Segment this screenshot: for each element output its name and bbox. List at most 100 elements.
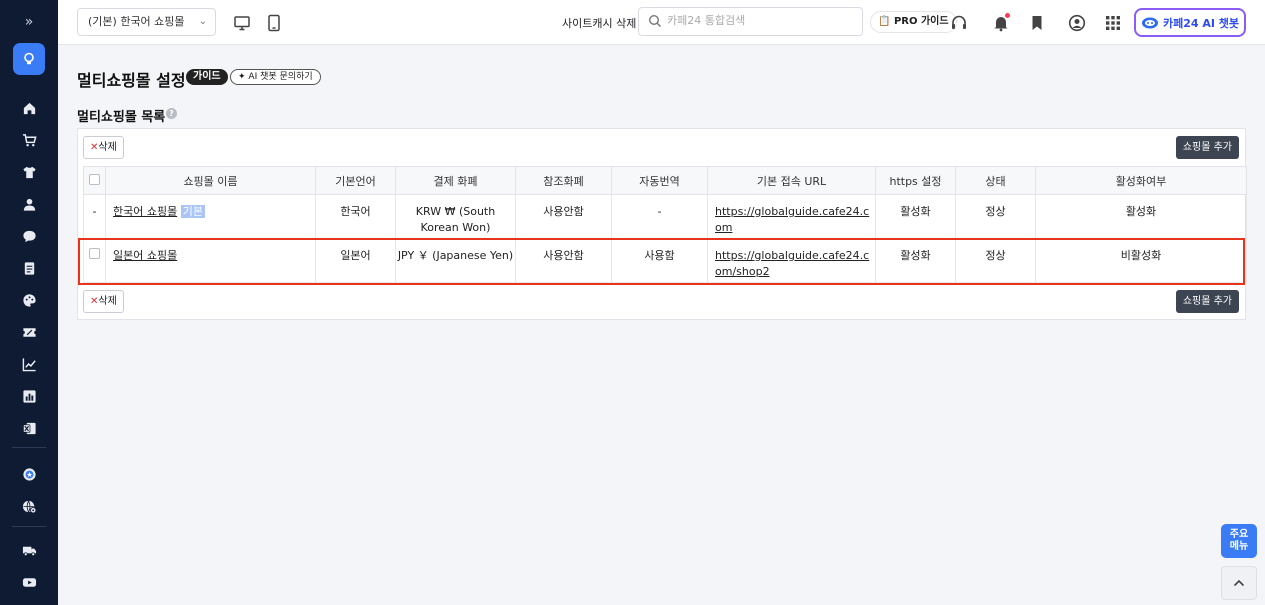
shop-select[interactable]: (기본) 한국어 쇼핑몰 ⌄ <box>77 8 216 36</box>
language-cell: 한국어 <box>315 194 396 239</box>
sidebar-item-products[interactable] <box>0 158 58 186</box>
status-cell: 정상 <box>955 194 1036 239</box>
auto-translate-cell: - <box>611 194 708 239</box>
language-cell: 일본어 <box>315 238 396 283</box>
document-icon <box>24 261 34 275</box>
search-box[interactable] <box>638 7 863 36</box>
sidebar-item-excel[interactable] <box>0 414 58 442</box>
shop-select-value: (기본) 한국어 쇼핑몰 <box>88 15 185 28</box>
shop-name-cell: 일본어 쇼핑몰 <box>105 238 316 283</box>
app-grid-icon[interactable] <box>1102 12 1124 34</box>
default-tag: 기본 <box>180 205 205 218</box>
sidebar-item-design[interactable] <box>0 286 58 314</box>
quick-menu-button[interactable]: 주요 메뉴 <box>1221 524 1257 558</box>
coupon-icon <box>22 327 36 337</box>
ref-currency-cell: 사용안함 <box>515 238 612 283</box>
ai-chatbot-button[interactable]: 카페24 AI 챗봇 <box>1134 8 1246 37</box>
currency-cell: KRW ₩ (South Korean Won) <box>395 194 516 239</box>
add-shop-button-top[interactable]: 쇼핑몰 추가 <box>1175 136 1239 159</box>
help-icon[interactable]: ? <box>166 108 177 119</box>
auto-translate-cell: 사용함 <box>611 238 708 283</box>
status-cell: 정상 <box>955 238 1036 283</box>
active-cell: 활성화 <box>1035 194 1247 239</box>
ai-chatbot-label: 카페24 AI 챗봇 <box>1162 16 1240 30</box>
pro-guide-button[interactable]: 📋 PRO 가이드 <box>870 11 957 33</box>
shop-url-link[interactable]: https://globalguide.cafe24.com/shop2 <box>715 249 869 278</box>
select-all-checkbox[interactable] <box>89 173 100 185</box>
sparkle-icon: ✦ <box>238 72 246 82</box>
active-cell: 비활성화 <box>1035 238 1247 283</box>
search-icon <box>648 14 661 27</box>
add-shop-button-bottom[interactable]: 쇼핑몰 추가 <box>1175 290 1239 313</box>
tshirt-icon <box>22 166 36 178</box>
sidebar-divider <box>12 526 46 527</box>
ai-bot-icon <box>1141 17 1158 28</box>
bell-icon[interactable] <box>990 12 1012 34</box>
currency-cell: JPY ￥ (Japanese Yen) <box>395 238 516 283</box>
sidebar-item-delivery[interactable] <box>0 536 58 564</box>
line-chart-icon <box>22 357 36 371</box>
lightbulb-icon <box>24 52 34 65</box>
desktop-view-icon[interactable] <box>231 12 253 34</box>
sidebar-item-customers[interactable] <box>0 190 58 218</box>
mobile-view-icon[interactable] <box>263 12 285 34</box>
sidebar-divider <box>12 447 46 448</box>
shop-table: 쇼핑몰 이름 기본언어 결제 화폐 참조화폐 자동번역 기본 접속 URL ht… <box>83 166 1247 283</box>
delete-label: 삭제 <box>98 296 117 307</box>
col-header-currency: 결제 화폐 <box>395 166 516 195</box>
headset-icon[interactable] <box>948 12 970 34</box>
shop-name-cell: 한국어 쇼핑몰 기본 <box>105 194 316 239</box>
delete-label: 삭제 <box>98 142 117 153</box>
search-input[interactable] <box>667 14 857 27</box>
clipboard-icon: 📋 <box>878 16 891 27</box>
globe-settings-icon <box>22 500 37 514</box>
sidebar-item-badge[interactable] <box>0 460 58 488</box>
account-icon[interactable] <box>1066 12 1088 34</box>
sidebar-item-orders[interactable] <box>0 126 58 154</box>
notification-dot <box>1005 13 1010 18</box>
bookmark-icon[interactable] <box>1026 12 1048 34</box>
col-header-language: 기본언어 <box>315 166 396 195</box>
guide-badge[interactable]: 가이드 <box>186 69 228 85</box>
palette-icon <box>22 293 36 307</box>
sidebar-item-content[interactable] <box>0 254 58 282</box>
sidebar-item-stats[interactable] <box>0 350 58 378</box>
ai-ask-button[interactable]: ✦ AI 챗봇 문의하기 <box>230 69 321 85</box>
url-cell: https://globalguide.cafe24.com/shop2 <box>707 238 876 283</box>
shop-name-link[interactable]: 일본어 쇼핑몰 <box>113 249 177 262</box>
select-all-cell <box>83 166 106 195</box>
table-row: - 한국어 쇼핑몰 기본 한국어 KRW ₩ (South Korean Won… <box>83 194 1247 239</box>
col-header-auto-translate: 자동번역 <box>611 166 708 195</box>
person-icon <box>23 198 35 211</box>
quick-menu-line1: 주요 <box>1229 529 1249 540</box>
excel-icon <box>22 422 36 434</box>
sidebar-item-promotion[interactable] <box>0 318 58 346</box>
row-select-dash: - <box>83 194 106 239</box>
row-checkbox[interactable] <box>89 248 100 259</box>
sidebar-item-board[interactable] <box>0 222 58 250</box>
row-select-cell <box>83 238 106 283</box>
expand-sidebar-icon[interactable]: » <box>0 8 58 36</box>
sidebar-item-home[interactable] <box>0 94 58 122</box>
page-title: 멀티쇼핑몰 설정 <box>77 71 186 90</box>
cache-delete-button[interactable]: 사이트캐시 삭제 <box>562 15 636 31</box>
sidebar-item-youtube[interactable] <box>0 568 58 596</box>
shop-url-link[interactable]: https://globalguide.cafe24.com <box>715 205 869 234</box>
shop-name-link[interactable]: 한국어 쇼핑몰 <box>113 205 177 218</box>
delete-button-top[interactable]: ✕삭제 <box>83 136 124 159</box>
scroll-top-button[interactable] <box>1221 566 1257 600</box>
table-header-row: 쇼핑몰 이름 기본언어 결제 화폐 참조화폐 자동번역 기본 접속 URL ht… <box>83 166 1247 195</box>
col-header-ref-currency: 참조화폐 <box>515 166 612 195</box>
section-title: 멀티쇼핑몰 목록 <box>77 110 166 125</box>
delete-button-bottom[interactable]: ✕삭제 <box>83 290 124 313</box>
sidebar-item-analytics[interactable] <box>0 382 58 410</box>
sidebar-item-lightbulb[interactable] <box>13 43 45 75</box>
col-header-url: 기본 접속 URL <box>707 166 876 195</box>
chevron-up-icon <box>1233 579 1245 587</box>
sidebar-item-global[interactable] <box>0 492 58 520</box>
col-header-status: 상태 <box>955 166 1036 195</box>
col-header-https: https 설정 <box>875 166 956 195</box>
home-icon <box>23 102 35 114</box>
shop-list-panel: ✕삭제 쇼핑몰 추가 쇼핑몰 이름 기본언어 결제 화폐 참조화폐 자동번역 기… <box>77 128 1247 320</box>
cart-icon <box>22 133 37 146</box>
